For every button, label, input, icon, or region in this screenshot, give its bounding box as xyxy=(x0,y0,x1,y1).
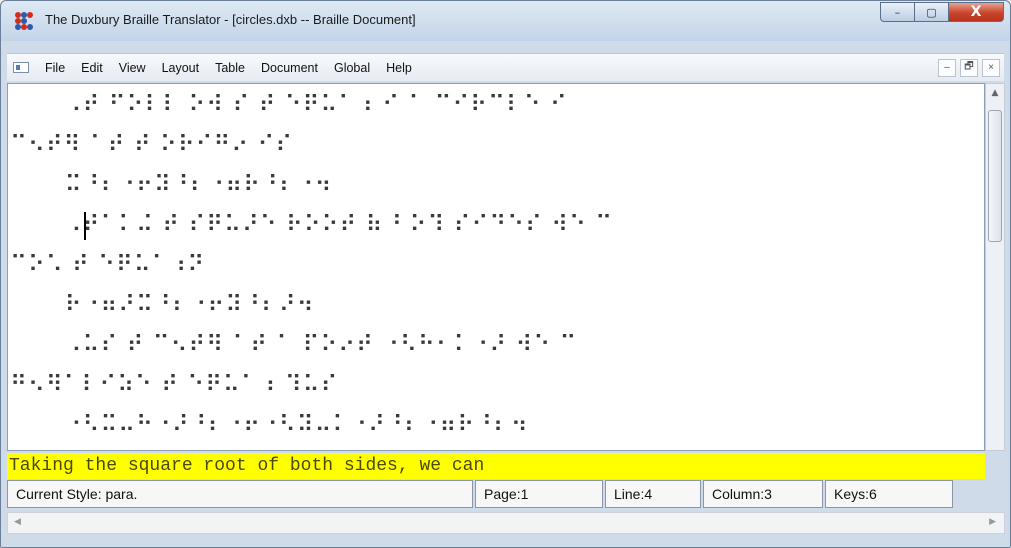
menu-table[interactable]: Table xyxy=(207,61,253,75)
menu-global[interactable]: Global xyxy=(326,61,378,75)
document-icon[interactable] xyxy=(13,62,29,73)
menu-layout[interactable]: Layout xyxy=(154,61,208,75)
scroll-right-icon[interactable]: ▶ xyxy=(989,517,996,527)
title-bar[interactable]: The Duxbury Braille Translator - [circle… xyxy=(1,1,1010,41)
braille-line-8[interactable]: ⠛⠢⠻⠁⠇⠊⠵⠑ ⠞ ⠑⠟⠥⠁⠰ ⠹⠥⠎ xyxy=(10,372,338,398)
text-caret xyxy=(84,212,86,240)
window-title: The Duxbury Braille Translator - [circle… xyxy=(45,12,416,27)
braille-app-icon[interactable] xyxy=(13,10,35,32)
mdi-controls: – 🗗 × xyxy=(938,58,1004,77)
scroll-thumb[interactable] xyxy=(988,110,1002,242)
braille-line-6[interactable]: ⠗⠐⠶⠜⠭⠘⠆⠐⠖⠽⠘⠆⠜⠲ xyxy=(48,292,314,318)
scroll-left-icon[interactable]: ◀ xyxy=(14,517,21,527)
horizontal-scrollbar[interactable]: ◀ ▶ xyxy=(7,512,1005,534)
braille-line-5[interactable]: ⠉⠕⠡ ⠞ ⠑⠟⠥⠁⠰⠝ xyxy=(10,252,205,278)
braille-line-7[interactable]: ⠠⠥⠎ ⠞ ⠉⠢⠞⠻ ⠁⠞ ⠁ ⠏⠕⠔⠞ ⠐⠣⠓⠂⠅⠐⠜ ⠺⠑ ⠉ xyxy=(48,332,577,358)
vertical-scrollbar[interactable]: ▲ xyxy=(985,83,1005,451)
menu-edit[interactable]: Edit xyxy=(73,61,111,75)
mdi-minimize-button[interactable]: – xyxy=(938,58,956,77)
braille-line-1[interactable]: ⠠⠞ ⠋⠕⠇⠇ ⠕⠺ ⠎ ⠞ ⠑⠟⠥⠁⠰ ⠊ ⠁ ⠉⠊⠗⠉⠇⠑ ⠊ xyxy=(48,92,568,118)
scroll-up-icon[interactable]: ▲ xyxy=(986,84,1004,102)
braille-line-2[interactable]: ⠉⠢⠞⠻ ⠁⠞ ⠞ ⠕⠗⠊⠛⠔ ⠊⠎ xyxy=(10,132,293,158)
braille-editor[interactable]: ⠠⠞ ⠋⠕⠇⠇ ⠕⠺ ⠎ ⠞ ⠑⠟⠥⠁⠰ ⠊ ⠁ ⠉⠊⠗⠉⠇⠑ ⠊ ⠉⠢⠞⠻ ⠁… xyxy=(7,83,985,451)
menu-file[interactable]: File xyxy=(37,61,73,75)
status-bar: Current Style: para. Page:1 Line:4 Colum… xyxy=(7,480,1005,510)
menu-view[interactable]: View xyxy=(111,61,154,75)
mdi-close-button[interactable]: × xyxy=(982,58,1000,77)
status-page: Page:1 xyxy=(475,480,603,508)
status-style: Current Style: para. xyxy=(7,480,473,508)
close-button[interactable]: X xyxy=(948,2,1004,22)
print-preview-line: Taking the square root of both sides, we… xyxy=(7,453,985,479)
braille-line-4[interactable]: ⠠⠞⠁⠅⠬ ⠞ ⠎⠟⠥⠜⠑ ⠗⠕⠕⠞ ⠷ ⠃⠕⠹ ⠎⠊⠙⠑⠎ ⠺⠑ ⠉ xyxy=(48,212,613,238)
status-column: Column:3 xyxy=(703,480,823,508)
status-keys: Keys:6 xyxy=(825,480,953,508)
menu-help[interactable]: Help xyxy=(378,61,420,75)
menu-document[interactable]: Document xyxy=(253,61,326,75)
braille-line-3[interactable]: ⠭⠘⠆⠐⠖⠽⠘⠆⠐⠶⠗⠘⠆⠐⠲ xyxy=(48,172,332,198)
app-window: The Duxbury Braille Translator - [circle… xyxy=(0,0,1011,548)
minimize-button[interactable]: – xyxy=(880,2,914,22)
menu-bar: File Edit View Layout Table Document Glo… xyxy=(7,53,1004,81)
braille-line-9[interactable]: ⠐⠣⠭⠤⠓⠐⠜⠘⠆⠐⠖⠐⠣⠽⠤⠅⠐⠜⠘⠆⠐⠶⠗⠘⠆⠲ xyxy=(48,412,529,438)
caption-buttons: – ▢ X xyxy=(880,2,1004,22)
maximize-button[interactable]: ▢ xyxy=(914,2,948,22)
mdi-restore-button[interactable]: 🗗 xyxy=(960,58,978,77)
status-line: Line:4 xyxy=(605,480,701,508)
